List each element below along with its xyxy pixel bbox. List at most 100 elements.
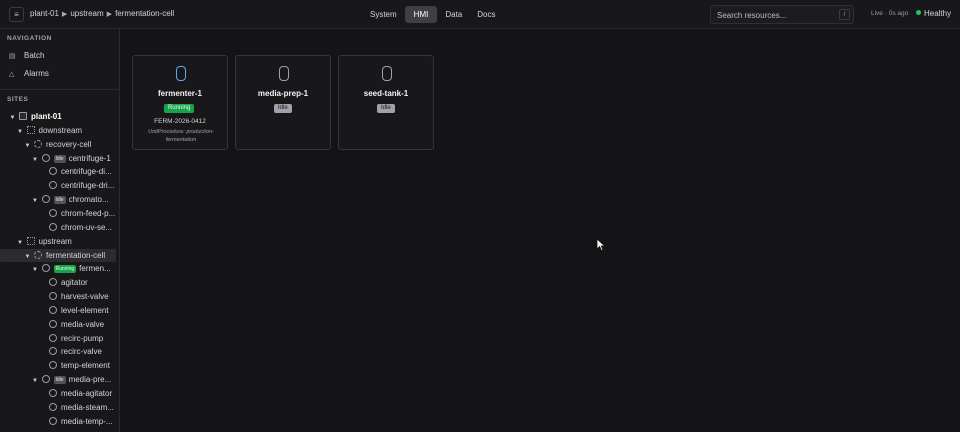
tree-item-label: centrifuge-dri...	[61, 181, 115, 191]
chevron-down-icon[interactable]: ▼	[17, 126, 24, 137]
tree-item-module[interactable]: level-element	[0, 304, 116, 317]
mouse-cursor-icon	[596, 238, 606, 252]
tree-item-label: centrifuge-1	[68, 153, 111, 163]
tree-item-module[interactable]: centrifuge-di...	[0, 165, 116, 178]
tree-item-module[interactable]: recirc-valve	[0, 345, 116, 358]
tree-item-label: media-steam...	[61, 402, 114, 412]
chevron-down-icon[interactable]: ▼	[32, 195, 39, 206]
tree-item-unit[interactable]: ▼ Idle centrifuge-1	[0, 152, 116, 165]
chevron-down-icon[interactable]: ▼	[9, 112, 16, 123]
tree-item-module[interactable]: media-valve	[0, 318, 116, 331]
chevron-down-icon[interactable]: ▼	[32, 154, 39, 165]
unit-icon	[41, 195, 50, 204]
module-icon	[49, 292, 57, 301]
tree-item-unit[interactable]: ▼ Idle chromato...	[0, 193, 116, 206]
top-bar: ≡ plant-01 ▶ upstream ▶ fermentation-cell Sy…	[0, 0, 960, 29]
tree-item-label: chrom-feed-p...	[61, 208, 116, 218]
tree-item-module[interactable]: agitator	[0, 276, 116, 289]
status-chip: Idle	[53, 376, 66, 385]
search-box: /	[710, 5, 854, 24]
health-status: Healthy	[916, 9, 951, 18]
breadcrumb-separator-icon: ▶	[106, 11, 113, 18]
nav-item-label: Alarms	[24, 69, 49, 78]
chevron-down-icon[interactable]: ▼	[17, 237, 24, 248]
unit-name: seed-tank-1	[363, 89, 409, 98]
module-icon	[49, 208, 57, 217]
module-icon	[49, 361, 57, 370]
tree-item-label: level-element	[61, 305, 109, 315]
module-icon	[49, 167, 57, 176]
breadcrumb-item-current[interactable]: fermentation-cell	[115, 9, 174, 18]
tree-item-label: plant-01	[31, 112, 62, 121]
nav-item-batch[interactable]: ▤ Batch	[9, 51, 44, 65]
tree-item-label: centrifuge-di...	[61, 167, 112, 177]
live-status: Live · 0s ago	[871, 10, 909, 17]
tree-item-module[interactable]: recirc-pump	[0, 332, 116, 345]
unit-procedure: UnitProcedure: production-fermentation	[148, 129, 214, 143]
search-shortcut-hint: /	[839, 9, 850, 20]
site-icon	[19, 112, 27, 120]
tree-item-module[interactable]: media-temp-...	[0, 415, 116, 428]
status-badge: Idle	[274, 104, 292, 113]
tree-item-label: agitator	[61, 278, 88, 288]
breadcrumb: plant-01 ▶ upstream ▶ fermentation-cell	[30, 9, 174, 18]
navigation-title: NAVIGATION	[7, 35, 52, 42]
chevron-down-icon[interactable]: ▼	[32, 264, 39, 275]
tab-data[interactable]: Data	[438, 6, 469, 23]
vessel-icon	[176, 66, 186, 81]
unit-name: media-prep-1	[257, 89, 309, 98]
tree-item-label: fermentation-cell	[46, 250, 106, 260]
chevron-down-icon[interactable]: ▼	[32, 375, 39, 386]
tree-item-label: media-agitator	[61, 389, 113, 398]
breadcrumb-separator-icon: ▶	[61, 11, 68, 18]
nav-item-alarms[interactable]: △ Alarms	[9, 69, 49, 83]
tree-item-cell[interactable]: ▼ fermentation-cell	[0, 248, 116, 262]
tree-item-label: upstream	[38, 236, 72, 246]
tree-item-cell[interactable]: ▼ recovery-cell	[0, 138, 116, 151]
tree-item-site[interactable]: ▼ plant-01	[0, 110, 116, 123]
document-icon: ▤	[9, 53, 16, 60]
unit-name: fermenter-1	[157, 89, 202, 98]
sidebar: NAVIGATION ▤ Batch △ Alarms SITES ▼ plant-0…	[0, 29, 120, 432]
sites-title: SITES	[7, 96, 29, 103]
unit-card-fermenter-1[interactable]: fermenter-1 Running FERM-2026-0412 UnitP…	[132, 55, 228, 150]
unit-card-seed-tank-1[interactable]: seed-tank-1 Idle	[338, 55, 434, 150]
status-chip: Idle	[53, 154, 66, 163]
tree-item-unit[interactable]: ▼ Running fermen...	[0, 262, 116, 275]
module-icon	[49, 333, 57, 342]
tree-item-unit[interactable]: ▼ Idle media-pre...	[0, 373, 116, 386]
chevron-down-icon[interactable]: ▼	[24, 251, 31, 262]
vessel-icon	[382, 66, 392, 81]
status-badge: Running	[164, 104, 195, 113]
status-chip: Idle	[53, 196, 66, 205]
tree-item-module[interactable]: media-agitator	[0, 387, 116, 400]
search-input[interactable]	[717, 9, 835, 21]
tree-item-label: recovery-cell	[46, 139, 92, 149]
breadcrumb-item[interactable]: plant-01	[30, 9, 59, 18]
tab-docs[interactable]: Docs	[470, 6, 502, 23]
module-icon	[49, 305, 57, 314]
area-icon	[26, 236, 35, 245]
menu-icon[interactable]: ≡	[9, 7, 24, 22]
tab-hmi[interactable]: HMI	[404, 6, 438, 23]
tree-item-module[interactable]: media-steam...	[0, 401, 116, 414]
tree-item-module[interactable]: temp-element	[0, 359, 116, 372]
tree-item-module[interactable]: chrom-uv-se...	[0, 221, 116, 234]
tab-system[interactable]: System	[363, 6, 404, 23]
module-icon	[49, 416, 57, 425]
tree-item-label: downstream	[38, 125, 83, 135]
nav-item-label: Batch	[24, 51, 45, 60]
tree-item-label: media-pre...	[68, 375, 112, 385]
breadcrumb-item[interactable]: upstream	[70, 9, 103, 18]
tree-item-area[interactable]: ▼ downstream	[0, 124, 116, 137]
unit-icon	[41, 264, 50, 273]
tree-item-area[interactable]: ▼ upstream	[0, 235, 116, 248]
main-tabs: System HMI Data Docs	[363, 6, 503, 23]
tree-item-module[interactable]: centrifuge-dri...	[0, 179, 116, 192]
status-chip: Running	[53, 265, 77, 274]
unit-card-media-prep-1[interactable]: media-prep-1 Idle	[235, 55, 331, 150]
chevron-down-icon[interactable]: ▼	[24, 140, 31, 151]
module-icon	[49, 319, 57, 328]
tree-item-module[interactable]: chrom-feed-p...	[0, 207, 116, 220]
tree-item-module[interactable]: harvest-valve	[0, 290, 116, 303]
